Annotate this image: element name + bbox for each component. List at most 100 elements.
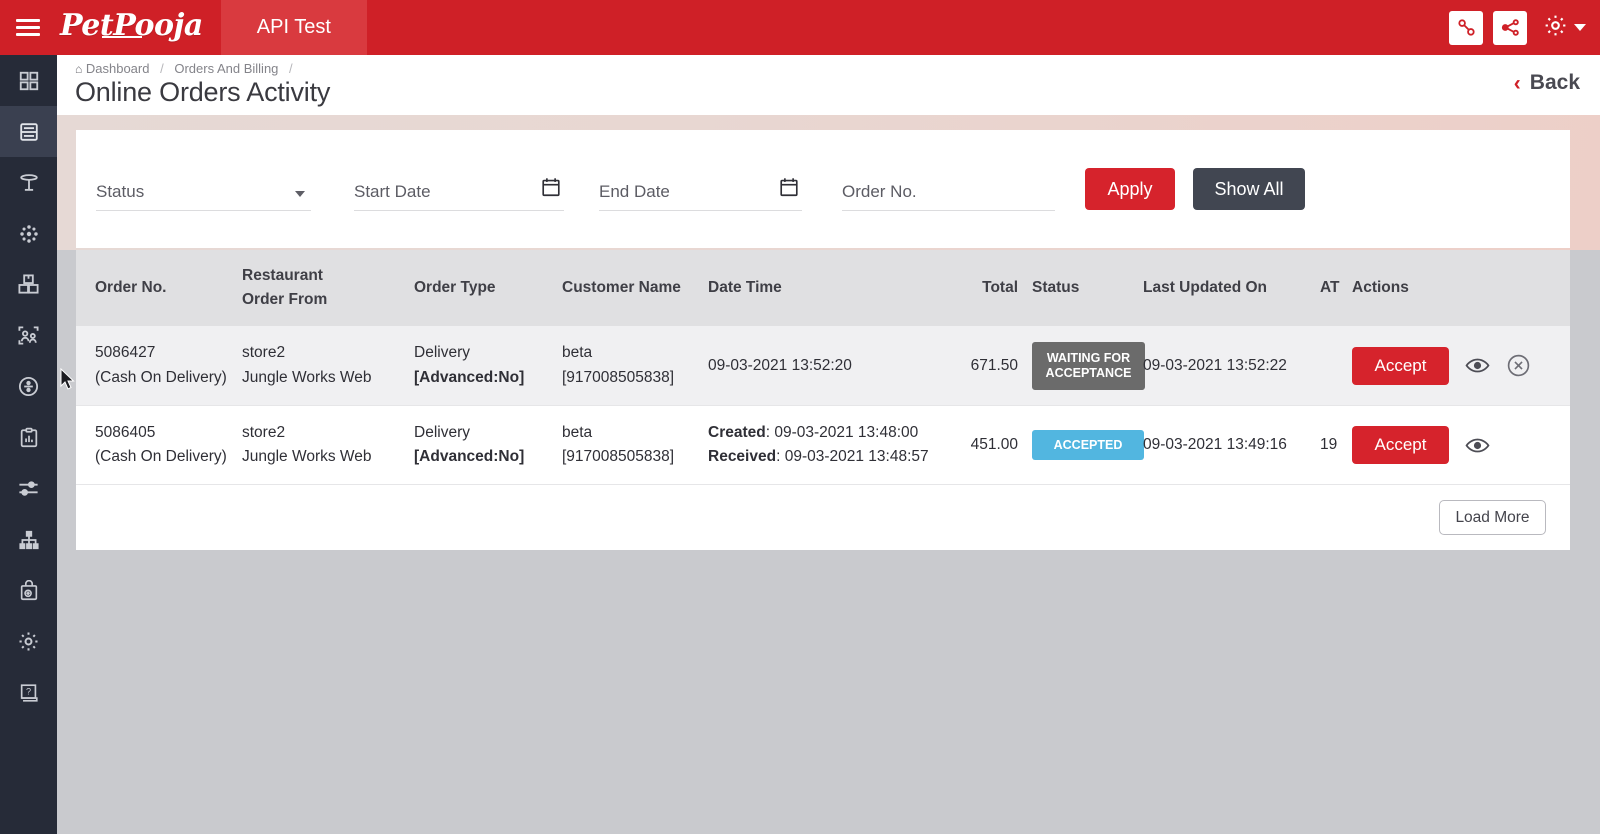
brand-logo: PetPooja bbox=[56, 8, 221, 47]
col-customer-name: Customer Name bbox=[562, 279, 681, 296]
restaurant-name: store2 bbox=[242, 344, 286, 362]
created-label: Created bbox=[708, 423, 766, 441]
status-select[interactable]: Status bbox=[96, 167, 311, 211]
mouse-cursor bbox=[60, 367, 76, 397]
cell-customer: beta [917008505838] bbox=[562, 421, 708, 469]
sidebar-item-customers[interactable] bbox=[0, 310, 57, 361]
table-row[interactable]: 5086427 (Cash On Delivery) store2 Jungle… bbox=[76, 326, 1570, 405]
chevron-down-icon bbox=[295, 191, 305, 197]
customer-phone: [917008505838] bbox=[562, 448, 675, 465]
breadcrumb: ⌂ Dashboard / Orders And Billing / bbox=[75, 61, 300, 76]
sidebar-item-hierarchy[interactable] bbox=[0, 514, 57, 565]
sidebar-item-inventory[interactable] bbox=[0, 259, 57, 310]
settings-menu[interactable] bbox=[1537, 13, 1586, 43]
start-date-label: Start Date bbox=[354, 182, 431, 201]
accept-button[interactable]: Accept bbox=[1352, 346, 1449, 385]
order-no-input[interactable]: Order No. bbox=[842, 167, 1055, 211]
order-number: 5086405 bbox=[95, 423, 156, 441]
cell-order-no: 5086405 (Cash On Delivery) bbox=[76, 421, 242, 469]
table-footer: Load More bbox=[76, 484, 1570, 550]
cell-actions: Accept bbox=[1352, 426, 1570, 464]
apply-button[interactable]: Apply bbox=[1085, 168, 1175, 210]
cell-last-updated: 09-03-2021 13:49:16 bbox=[1143, 436, 1287, 453]
cell-date-time: Created: 09-03-2021 13:48:00 Received: 0… bbox=[708, 423, 929, 465]
field-underline bbox=[96, 210, 311, 211]
hamburger-icon[interactable] bbox=[0, 0, 56, 55]
restaurant-name: store2 bbox=[242, 423, 286, 441]
order-number: 5086427 bbox=[95, 344, 156, 362]
col-last-updated-on: Last Updated On bbox=[1143, 279, 1268, 296]
back-button[interactable]: ‹ Back bbox=[1514, 71, 1580, 95]
sidebar-item-online-store[interactable] bbox=[0, 565, 57, 616]
accept-button[interactable]: Accept bbox=[1352, 426, 1449, 464]
eye-icon[interactable] bbox=[1465, 356, 1490, 375]
sidebar-item-dashboard[interactable] bbox=[0, 55, 57, 106]
cell-restaurant: store2 Jungle Works Web bbox=[242, 341, 414, 389]
calendar-icon[interactable] bbox=[778, 176, 800, 203]
svg-text:?: ? bbox=[25, 686, 30, 696]
breadcrumb-item-dashboard[interactable]: Dashboard bbox=[86, 61, 150, 76]
orders-table: Order No. Restaurant Order From Order Ty… bbox=[76, 250, 1570, 550]
filter-bar: Status Start Date End Date Order No. App… bbox=[76, 130, 1570, 248]
app-tab-api-test[interactable]: API Test bbox=[220, 0, 367, 55]
col-restaurant-line1: Restaurant bbox=[242, 266, 323, 284]
topbar-actions bbox=[1449, 10, 1600, 45]
col-total: Total bbox=[982, 279, 1018, 296]
breadcrumb-separator: / bbox=[160, 61, 164, 76]
field-underline bbox=[599, 210, 802, 211]
home-icon: ⌂ bbox=[75, 62, 83, 76]
order-type: Delivery bbox=[414, 423, 470, 441]
order-from: Jungle Works Web bbox=[242, 448, 372, 465]
cell-date-time: 09-03-2021 13:52:20 bbox=[708, 357, 958, 375]
table-row[interactable]: 5086405 (Cash On Delivery) store2 Jungle… bbox=[76, 405, 1570, 484]
sidebar-item-configuration[interactable] bbox=[0, 463, 57, 514]
col-restaurant-order-from: Restaurant Order From bbox=[242, 264, 414, 312]
end-date-label: End Date bbox=[599, 182, 670, 201]
show-all-button[interactable]: Show All bbox=[1193, 168, 1305, 210]
end-date-input[interactable]: End Date bbox=[599, 167, 802, 211]
sidebar-item-help[interactable]: ? bbox=[0, 667, 57, 718]
circle-x-icon[interactable] bbox=[1506, 353, 1531, 378]
cell-status: WAITING FOR ACCEPTANCE bbox=[1018, 341, 1145, 390]
calendar-icon[interactable] bbox=[540, 176, 562, 203]
cell-order-type: Delivery [Advanced:No] bbox=[414, 341, 562, 389]
breadcrumb-item-orders-and-billing[interactable]: Orders And Billing bbox=[174, 61, 278, 76]
advanced-flag: [Advanced:No] bbox=[414, 448, 525, 465]
cell-status: ACCEPTED bbox=[1018, 430, 1144, 460]
eye-icon[interactable] bbox=[1465, 436, 1490, 455]
created-value: 09-03-2021 13:48:00 bbox=[774, 423, 919, 441]
sidebar-item-reports[interactable] bbox=[0, 412, 57, 463]
sidebar-item-table-management[interactable] bbox=[0, 157, 57, 208]
top-bar: PetPooja API Test bbox=[0, 0, 1600, 55]
order-no-label: Order No. bbox=[842, 182, 917, 201]
cell-customer: beta [917008505838] bbox=[562, 341, 708, 389]
col-order-no: Order No. bbox=[95, 279, 167, 296]
sidebar-item-items[interactable] bbox=[0, 208, 57, 259]
date-time: 09-03-2021 13:52:20 bbox=[708, 356, 852, 374]
cell-actions: Accept bbox=[1352, 346, 1570, 385]
share-network-icon[interactable] bbox=[1493, 10, 1527, 45]
table-header-row: Order No. Restaurant Order From Order Ty… bbox=[76, 250, 1570, 326]
cell-total: 671.50 bbox=[970, 356, 1018, 374]
sidebar-item-orders-billing[interactable] bbox=[0, 106, 57, 157]
received-value: 09-03-2021 13:48:57 bbox=[784, 448, 929, 465]
cell-order-type: Delivery [Advanced:No] bbox=[414, 421, 562, 469]
customer-name: beta bbox=[562, 344, 593, 362]
received-label: Received bbox=[708, 448, 777, 465]
cell-total: 451.00 bbox=[970, 436, 1018, 453]
col-date-time: Date Time bbox=[708, 279, 782, 296]
customer-name: beta bbox=[562, 423, 593, 441]
field-underline bbox=[354, 210, 564, 211]
cell-restaurant: store2 Jungle Works Web bbox=[242, 421, 414, 469]
customer-phone: [917008505838] bbox=[562, 368, 675, 386]
sidebar-item-settings[interactable] bbox=[0, 616, 57, 667]
status-badge: WAITING FOR ACCEPTANCE bbox=[1032, 341, 1145, 390]
col-actions: Actions bbox=[1352, 279, 1409, 296]
page-title: Online Orders Activity bbox=[75, 77, 331, 107]
sidebar-item-payments[interactable] bbox=[0, 361, 57, 412]
start-date-input[interactable]: Start Date bbox=[354, 167, 564, 211]
left-sidebar: ? bbox=[0, 55, 57, 834]
load-more-button[interactable]: Load More bbox=[1439, 500, 1546, 535]
chevron-left-icon: ‹ bbox=[1513, 71, 1521, 95]
link-chain-icon[interactable] bbox=[1449, 10, 1483, 45]
